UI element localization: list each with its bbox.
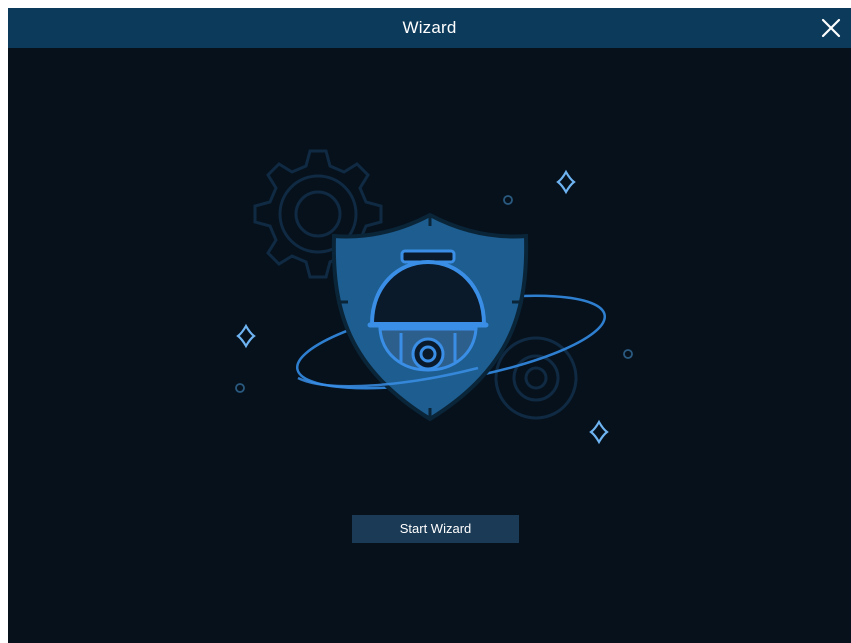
close-icon (821, 18, 841, 38)
deco-circle (503, 195, 513, 205)
sparkle-icon (589, 419, 609, 445)
start-wizard-button[interactable]: Start Wizard (352, 515, 519, 543)
wizard-illustration (235, 149, 633, 445)
deco-circle (623, 349, 633, 359)
sparkle-icon (236, 323, 256, 349)
sparkle-icon (556, 169, 576, 195)
window-title: Wizard (402, 18, 457, 37)
wizard-window: Wizard Start Wizard (8, 8, 851, 643)
title-bar: Wizard (8, 8, 851, 48)
close-button[interactable] (811, 8, 851, 48)
deco-circle (235, 383, 245, 393)
